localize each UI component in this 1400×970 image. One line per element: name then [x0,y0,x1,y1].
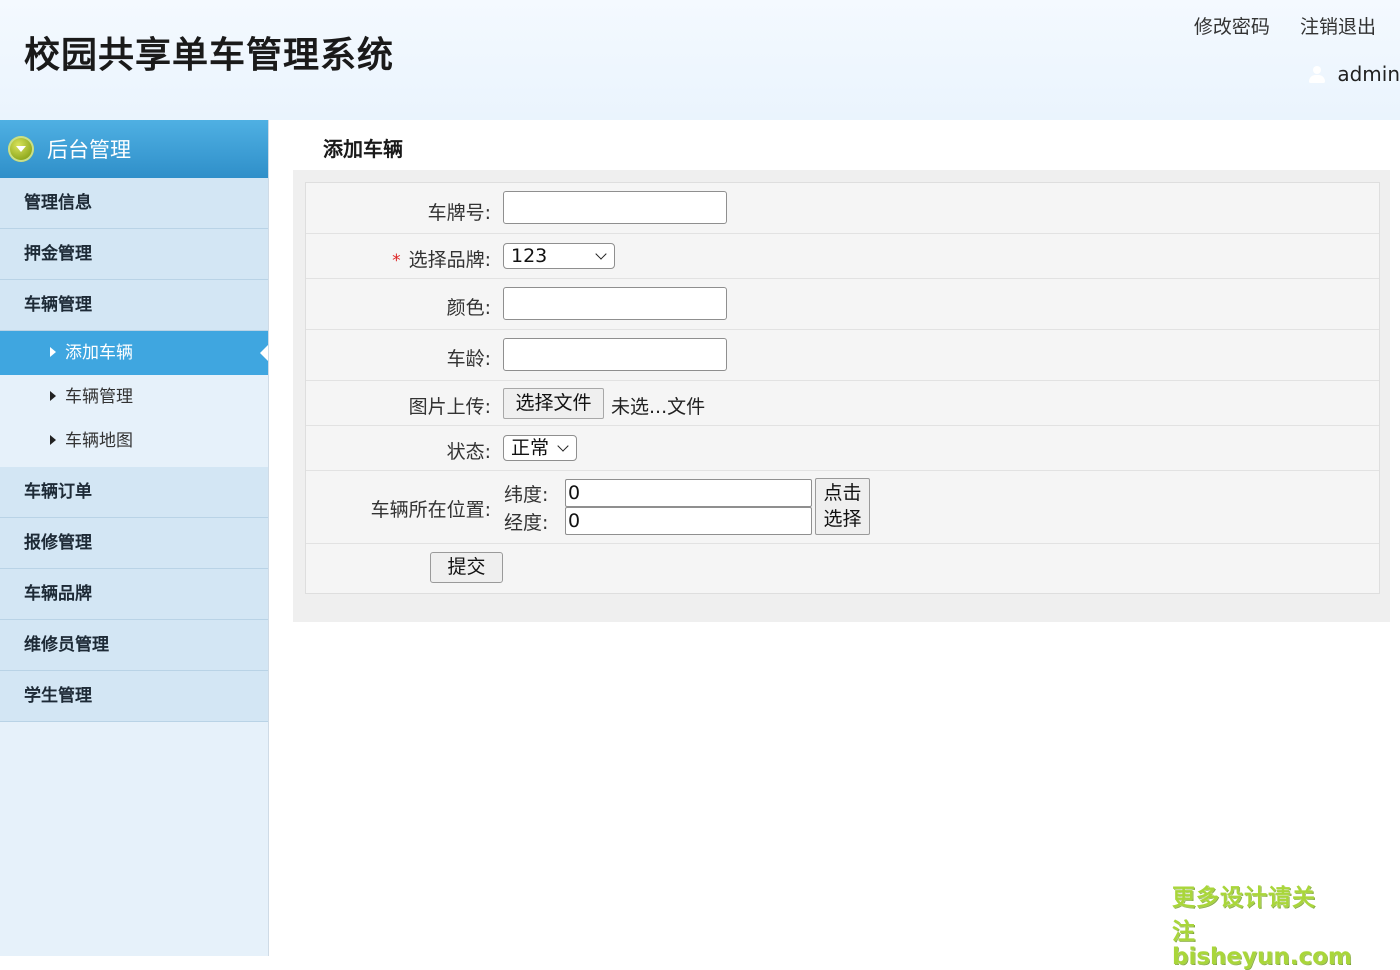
file-status: 未选...文件 [611,396,706,418]
brand-label: * 选择品牌: [392,245,491,272]
sidebar-subitem-label: 添加车辆 [65,343,133,363]
required-mark: * [392,251,401,271]
location-label: 车辆所在位置: [370,499,491,521]
color-label: 颜色: [446,297,491,319]
sidebar-item-repairs[interactable]: 报修管理 [0,518,268,569]
logout-link[interactable]: 注销退出 [1300,16,1376,38]
plate-label: 车牌号: [427,202,491,224]
sidebar-subitem-label: 车辆地图 [65,431,133,451]
row-brand: * 选择品牌: 123 [306,234,1379,279]
lng-label: 经度: [504,512,549,534]
choose-file-button[interactable]: 选择文件 [503,388,604,419]
row-age: 车龄: [306,330,1379,381]
color-input[interactable] [503,287,727,320]
change-password-link[interactable]: 修改密码 [1194,16,1270,38]
sidebar-subitem-vehicle-map[interactable]: 车辆地图 [0,419,268,463]
sidebar-item-deposit[interactable]: 押金管理 [0,229,268,280]
submit-button[interactable]: 提交 [430,552,503,583]
pick-button-line1: 点击 [823,482,862,504]
sidebar-item-brands[interactable]: 车辆品牌 [0,569,268,620]
vehicle-submenu: 添加车辆 车辆管理 车辆地图 [0,331,268,467]
caret-right-icon [50,435,56,445]
caret-right-icon [50,391,56,401]
lng-input[interactable]: 0 [565,507,812,535]
row-submit: 提交 [306,544,1379,592]
username: admin [1337,62,1400,86]
pick-location-button[interactable]: 点击 选择 [815,478,870,535]
lat-input[interactable]: 0 [565,479,812,507]
status-label: 状态: [446,441,491,463]
lat-label: 纬度: [504,484,549,506]
sidebar-item-orders[interactable]: 车辆订单 [0,467,268,518]
brand-select-value: 123 [511,245,548,267]
plate-input[interactable] [503,191,727,224]
age-label: 车龄: [446,348,491,370]
row-status: 状态: 正常 [306,426,1379,471]
brand-label-text: 选择品牌: [408,249,491,271]
user-icon [1307,64,1327,84]
watermark-line2: bisheyun.com [1172,944,1352,970]
add-vehicle-form: 车牌号: * 选择品牌: 123 颜色: 车龄: 图片上传: 选择文件 未选...… [305,182,1380,594]
sidebar-header-label: 后台管理 [47,138,131,162]
brand-select[interactable]: 123 [503,243,615,269]
sidebar-header[interactable]: 后台管理 [0,120,268,178]
sidebar-item-repairmen[interactable]: 维修员管理 [0,620,268,671]
top-bar: 校园共享单车管理系统 修改密码 注销退出 admin [0,0,1400,120]
pick-button-line2: 选择 [823,508,862,530]
sidebar-item-vehicle[interactable]: 车辆管理 [0,280,268,331]
status-select[interactable]: 正常 [503,435,577,461]
app-title: 校园共享单车管理系统 [24,35,395,76]
image-label: 图片上传: [408,396,491,418]
row-location: 车辆所在位置: 纬度: 0 经度: 0 点击 选择 [306,471,1379,544]
watermark-line1: 更多设计请关注 [1172,885,1316,945]
sidebar-subitem-vehicle-manage[interactable]: 车辆管理 [0,375,268,419]
status-select-value: 正常 [511,437,550,459]
form-panel: 车牌号: * 选择品牌: 123 颜色: 车龄: 图片上传: 选择文件 未选...… [293,170,1390,622]
age-input[interactable] [503,338,727,371]
top-links: 修改密码 注销退出 [1170,12,1376,39]
chevron-down-icon [557,440,569,452]
row-color: 颜色: [306,279,1379,330]
caret-right-icon [50,347,56,357]
sidebar-item-students[interactable]: 学生管理 [0,671,268,722]
sidebar-item-admin-info[interactable]: 管理信息 [0,178,268,229]
sidebar-subitem-label: 车辆管理 [65,387,133,407]
collapse-arrow-icon [8,136,34,162]
row-plate: 车牌号: [306,183,1379,234]
row-image: 图片上传: 选择文件 未选...文件 [306,381,1379,426]
current-user: admin [1307,62,1400,86]
chevron-down-icon [595,248,607,260]
watermark: 更多设计请关注 bisheyun.com [1172,878,1352,970]
page-title: 添加车辆 [323,137,403,161]
sidebar-subitem-add-vehicle[interactable]: 添加车辆 [0,331,268,375]
sidebar: 后台管理 管理信息 押金管理 车辆管理 添加车辆 车辆管理 车辆地图 车辆订单 … [0,120,269,956]
